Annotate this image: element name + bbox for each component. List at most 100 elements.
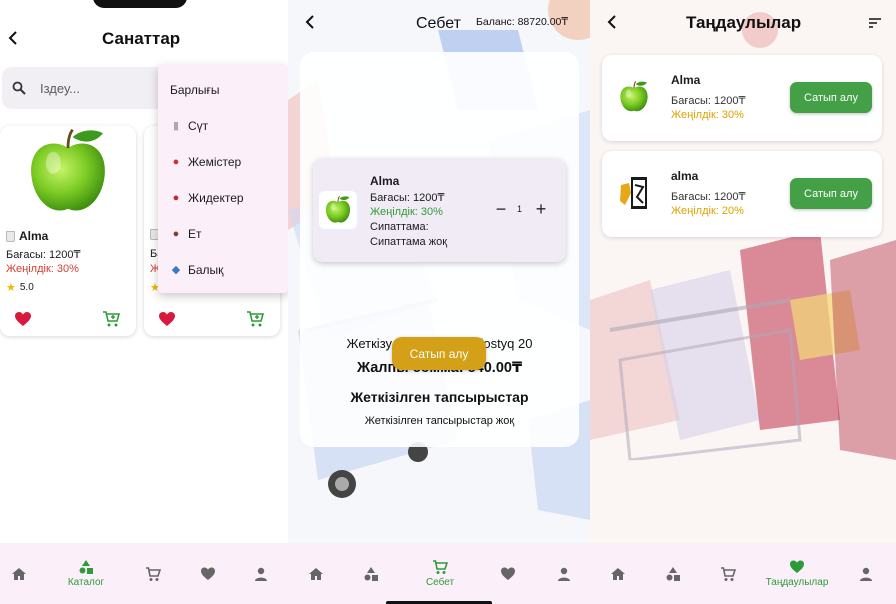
nav-catalog[interactable]: Каталог: [60, 543, 112, 604]
delivered-orders-heading: Жеткізілген тапсырыстар: [350, 389, 529, 405]
star-icon: ★: [6, 282, 16, 294]
favorite-item-name: Alma: [671, 73, 701, 87]
dropdown-item-fruits[interactable]: ● Жемістер: [170, 155, 242, 169]
cart-icon: [721, 566, 736, 581]
favorite-item-name: alma: [671, 169, 699, 183]
page-title: Санаттар: [102, 29, 181, 48]
cart-item: Alma Бағасы: 1200₸ Жеңілдік: 30% Сипатта…: [313, 158, 566, 262]
dropdown-item-milk[interactable]: ▮ Сүт: [170, 119, 208, 133]
cart-item-name: Alma: [370, 174, 400, 188]
nav-favorites[interactable]: [498, 543, 518, 604]
catalog-screen: Санаттар Alma Бағасы: 1200₸ Жеңілдік: 30…: [0, 0, 288, 604]
page-title: Себет: [416, 15, 461, 32]
dropdown-item-all[interactable]: Барлығы: [170, 83, 219, 97]
cart-icon: [146, 566, 161, 581]
bottom-navigation: Таңдаулылар: [590, 543, 896, 604]
category-dropdown: Барлығы ▮ Сүт ● Жемістер ● Жидектер ● Ет…: [158, 65, 288, 293]
person-icon: [255, 567, 267, 581]
cart-item-price: Бағасы: 1200₸: [370, 192, 445, 204]
category-icon: [364, 566, 378, 581]
product-image: [620, 177, 647, 209]
favorites-screen: Таңдаулылар Alma Бағасы: 1200₸ Жеңілдік:…: [590, 0, 896, 604]
heart-icon: [501, 567, 515, 580]
favorite-item-price: Бағасы: 1200₸: [671, 95, 746, 107]
product-name: Alma: [19, 229, 49, 243]
back-arrow-icon[interactable]: [604, 14, 620, 30]
cart-screen: Себет Баланс: 88720.00₸ Жеткізу мекен-жа…: [288, 0, 590, 604]
home-icon: [611, 567, 625, 580]
buy-button[interactable]: Сатып алу: [392, 337, 486, 370]
heart-icon: [201, 567, 215, 580]
sort-icon[interactable]: [868, 17, 882, 29]
increase-quantity-button[interactable]: +: [534, 200, 548, 218]
rating-value: 5.0: [19, 282, 34, 293]
favorite-item-discount: Жеңілдік: 30%: [671, 109, 744, 121]
dropdown-item-meat[interactable]: ● Ет: [170, 227, 202, 241]
milk-icon: [6, 230, 15, 242]
nav-cart[interactable]: [143, 543, 163, 604]
heart-icon[interactable]: [158, 311, 176, 327]
nav-catalog[interactable]: [361, 543, 381, 604]
back-arrow-icon[interactable]: [302, 14, 318, 30]
product-thumbnail: [319, 191, 357, 229]
nav-favorites[interactable]: [198, 543, 218, 604]
cart-item-description-label: Сипаттама:: [370, 221, 429, 233]
dropdown-item-fish[interactable]: ◆ Балық: [170, 263, 224, 277]
nav-profile[interactable]: [856, 543, 876, 604]
fish-icon: ◆: [171, 264, 181, 276]
apple-image: [617, 79, 651, 115]
page-title: Таңдаулылар: [686, 13, 802, 32]
category-icon: [666, 566, 680, 581]
cart-item-discount: Жеңілдік: 30%: [370, 206, 443, 218]
person-icon: [558, 567, 570, 581]
nav-home[interactable]: [608, 543, 628, 604]
bottom-navigation: Каталог: [0, 543, 288, 604]
nav-favorites[interactable]: Таңдаулылар: [758, 543, 836, 604]
back-arrow-icon[interactable]: [5, 30, 21, 46]
product-discount: Жеңілдік: 30%: [6, 263, 79, 275]
category-icon: [79, 560, 93, 574]
quantity-value: 1: [517, 204, 523, 214]
favorite-item: alma Бағасы: 1200₸ Жеңілдік: 20% Сатып а…: [602, 151, 882, 237]
heart-icon: [790, 560, 804, 573]
home-icon: [309, 567, 323, 580]
product-rating: ★ 5.0: [6, 281, 34, 294]
berry-icon: ●: [172, 192, 180, 204]
buy-button[interactable]: Сатып алу: [790, 178, 872, 209]
nav-home[interactable]: [306, 543, 326, 604]
nav-catalog[interactable]: [663, 543, 683, 604]
person-icon: [860, 567, 872, 581]
delivered-orders-empty: Жеткізілген тапсырыстар жоқ: [364, 415, 515, 427]
nav-home[interactable]: [9, 543, 29, 604]
cart-icon: [433, 560, 448, 574]
nav-cart[interactable]: Себет: [420, 543, 460, 604]
apple-image: [323, 195, 353, 225]
decrease-quantity-button[interactable]: −: [494, 200, 508, 218]
nav-profile[interactable]: [251, 543, 271, 604]
add-to-cart-icon[interactable]: [246, 310, 264, 328]
search-field[interactable]: [2, 67, 172, 109]
search-input[interactable]: [40, 78, 160, 98]
balance-label: Баланс: 88720.00₸: [476, 16, 569, 28]
add-to-cart-icon[interactable]: [102, 310, 120, 328]
meat-icon: ●: [172, 228, 180, 240]
favorite-item: Alma Бағасы: 1200₸ Жеңілдік: 30% Сатып а…: [602, 55, 882, 141]
product-card[interactable]: Alma Бағасы: 1200₸ Жеңілдік: 30% ★ 5.0: [0, 126, 136, 336]
nav-profile[interactable]: [554, 543, 574, 604]
favorite-item-discount: Жеңілдік: 20%: [671, 205, 744, 217]
bottom-navigation: Себет: [288, 543, 590, 604]
dropdown-item-berries[interactable]: ● Жидектер: [170, 191, 244, 205]
favorite-item-price: Бағасы: 1200₸: [671, 191, 746, 203]
search-icon: [12, 81, 26, 95]
home-icon: [12, 567, 26, 580]
heart-icon[interactable]: [14, 311, 32, 327]
apple-image: [18, 126, 118, 218]
camera-notch: [93, 0, 187, 8]
apple-icon: ●: [172, 156, 180, 168]
nav-cart[interactable]: [718, 543, 738, 604]
product-name-row: Alma: [6, 229, 48, 243]
milk-icon: ▮: [172, 120, 180, 132]
product-price: Бағасы: 1200₸: [6, 249, 81, 261]
buy-button[interactable]: Сатып алу: [790, 82, 872, 113]
cart-item-description: Сипаттама жоқ: [370, 236, 448, 248]
